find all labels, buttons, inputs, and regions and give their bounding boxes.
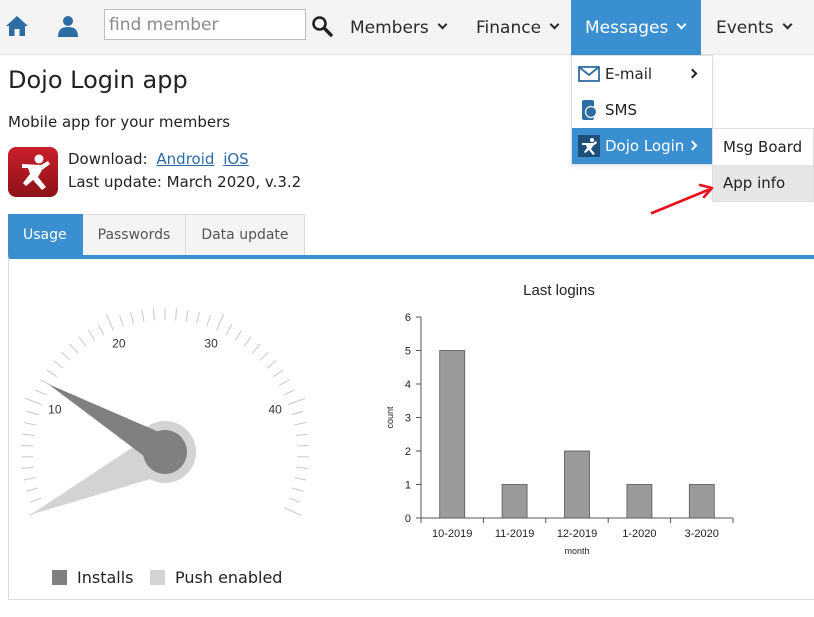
y-axis-label: count [385, 406, 395, 429]
x-tick-label: 10-2019 [432, 528, 472, 540]
y-tick-label: 4 [405, 379, 411, 391]
bar-11-2019 [501, 484, 528, 519]
x-tick-label: 1-2020 [622, 528, 656, 540]
y-tick-label: 0 [405, 513, 411, 525]
bar-3-2020 [688, 484, 715, 519]
bar-10-2019 [439, 350, 466, 519]
bar-12-2019 [564, 450, 590, 519]
y-tick-label: 5 [405, 346, 411, 358]
chevron-right-icon [687, 140, 698, 151]
menu-item-dojo-login-label: Dojo Login [605, 137, 685, 155]
envelope-icon [578, 63, 600, 85]
menu-item-email-label: E-mail [605, 65, 653, 83]
y-tick-label: 6 [405, 312, 411, 324]
annotation-arrow [650, 183, 714, 215]
submenu-item-msg-board[interactable]: Msg Board [713, 129, 813, 165]
x-tick-label: 3-2020 [685, 528, 719, 540]
x-tick-label: 12-2019 [557, 528, 597, 540]
x-tick-label: 11-2019 [495, 528, 535, 540]
dojo-login-submenu: Msg Board App info [712, 128, 814, 202]
y-tick-label: 1 [405, 480, 411, 492]
bar-1-2020 [626, 484, 653, 519]
menu-item-sms[interactable]: SMS [572, 92, 712, 128]
y-tick-label: 3 [405, 413, 411, 425]
messages-dropdown: E-mail SMS Dojo Login [571, 55, 713, 165]
phone-icon [578, 99, 600, 121]
menu-item-email[interactable]: E-mail [572, 56, 712, 92]
menu-item-sms-label: SMS [605, 101, 637, 119]
dojo-login-icon [578, 135, 600, 157]
chevron-right-icon [687, 68, 698, 79]
submenu-item-app-info[interactable]: App info [713, 165, 813, 201]
y-tick-label: 2 [405, 446, 411, 458]
x-axis-label: month [564, 546, 589, 556]
menu-item-dojo-login[interactable]: Dojo Login [572, 128, 712, 164]
